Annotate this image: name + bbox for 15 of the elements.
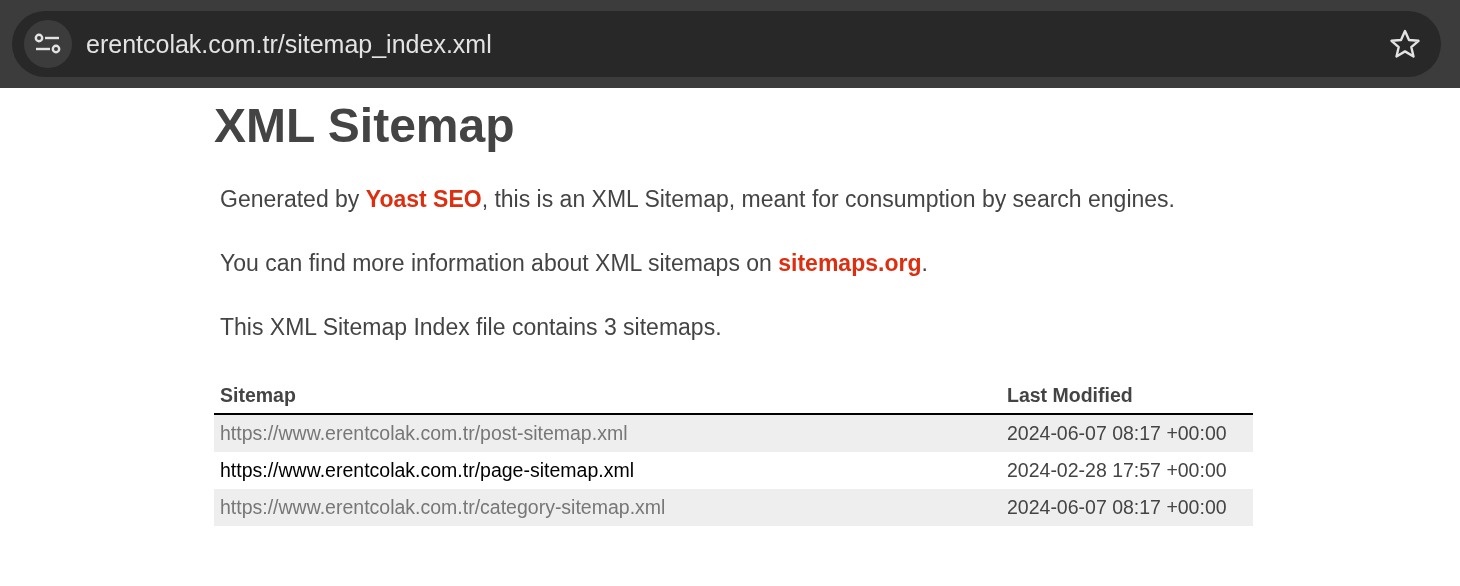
table-cell: 2024-06-07 08:17 +00:00 <box>1001 489 1253 527</box>
paragraph: This XML Sitemap Index file contains 3 sitemaps. <box>220 312 723 342</box>
address-bar[interactable]: erentcolak.com.tr/sitemap_index.xml <box>12 11 1441 77</box>
sitemap-link[interactable]: https://www.erentcolak.com.tr/post-sitemap.xml <box>214 414 1001 453</box>
link[interactable]: Yoast SEO <box>365 185 482 212</box>
table-cell: 2024-02-28 17:57 +00:00 <box>1001 452 1253 490</box>
site-settings-icon[interactable] <box>24 20 72 68</box>
paragraph: Generated by Yoast SEO, this is an XML Sitemap, meant for consumption by search engines. <box>220 184 1176 214</box>
paragraph: You can find more information about XML sitemaps on sitemaps.org. <box>220 248 929 278</box>
page-title: XML Sitemap <box>214 100 516 153</box>
bookmark-star-icon[interactable] <box>1389 29 1421 59</box>
link[interactable]: sitemaps.org <box>778 249 922 276</box>
sitemap-link[interactable]: https://www.erentcolak.com.tr/page-sitemap.xml <box>214 452 1001 490</box>
sitemap-link[interactable]: https://www.erentcolak.com.tr/category-sitemap.xml <box>214 489 1001 527</box>
table-cell: 2024-06-07 08:17 +00:00 <box>1001 414 1253 453</box>
